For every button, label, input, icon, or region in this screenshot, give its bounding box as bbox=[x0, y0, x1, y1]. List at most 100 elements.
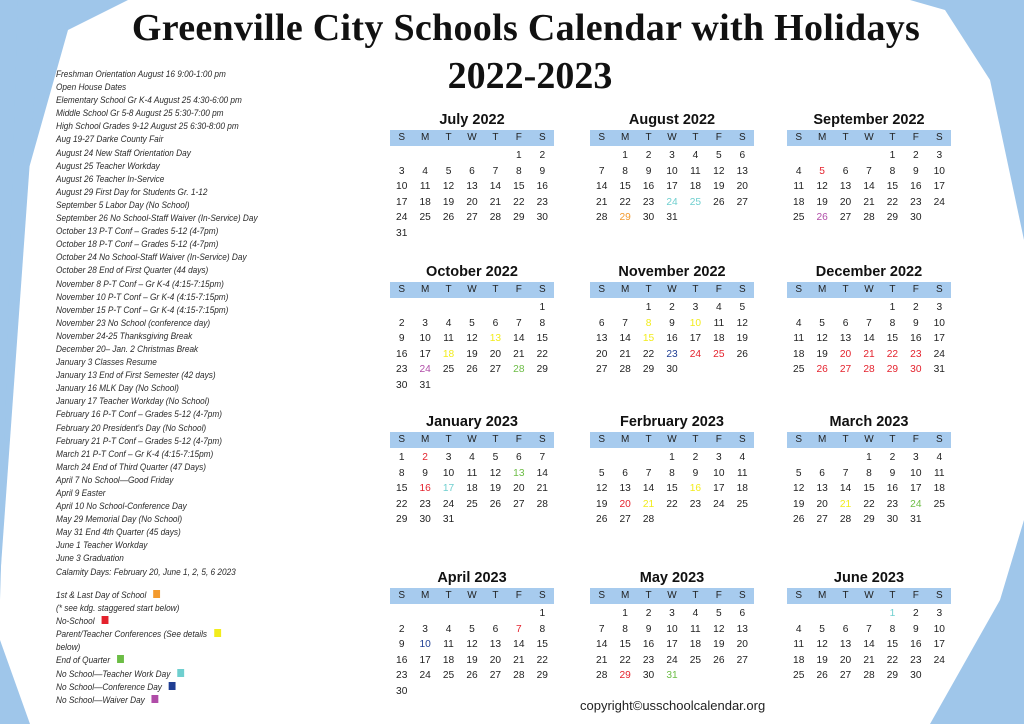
month-calendar: May 2023 S M T W T F S 1 2 3 4 5 6 7 8 9 10 11 12 13 14 15 16 17… bbox=[590, 568, 754, 684]
event-note: June 1 Teacher Workday bbox=[56, 540, 148, 552]
day-cell: 28 bbox=[863, 364, 875, 376]
day-cell: 23 bbox=[419, 498, 431, 510]
day-cell: 15 bbox=[513, 181, 525, 193]
days-grid: 1 2 3 4 5 6 7 8 9 10 11 12 13 14 15 16 17 18 19 20 21 22 23 24 2… bbox=[390, 148, 554, 242]
day-cell: 5 bbox=[819, 317, 825, 329]
day-cell: 17 bbox=[419, 654, 431, 666]
day-cell: 29 bbox=[536, 364, 548, 376]
day-cell: 20 bbox=[816, 498, 828, 510]
month-calendar: June 2023 S M T W T F S 1 2 3 4 5 6 7 8 9 10 11 12 13 14 15 16 1… bbox=[787, 568, 951, 684]
day-cell: 18 bbox=[793, 654, 805, 666]
day-cell: 29 bbox=[886, 670, 899, 682]
day-cell: 17 bbox=[933, 181, 945, 193]
day-cell: 13 bbox=[466, 181, 478, 193]
weekday-label: F bbox=[515, 132, 522, 143]
day-cell: 25 bbox=[466, 498, 478, 510]
weekday-header: SMTWTFS bbox=[390, 588, 554, 604]
empty-day-cell bbox=[810, 300, 833, 316]
day-cell: 25 bbox=[442, 670, 455, 682]
weekday-label: T bbox=[492, 434, 499, 445]
month-calendar: September 2022 S M T W T F S 1 2 3 4 5 6 7 8 9 10 11 12 13 14… bbox=[787, 110, 951, 226]
events-list: Freshman Orientation August 16 9:00-1:00… bbox=[56, 68, 314, 579]
day-cell: 6 bbox=[739, 150, 746, 161]
weekday-label: F bbox=[715, 132, 722, 143]
empty-day-cell bbox=[484, 606, 507, 622]
weekday-label: T bbox=[692, 590, 699, 601]
legend-item: End of Quarter bbox=[56, 654, 314, 667]
weekday-label: W bbox=[467, 284, 477, 295]
legend-swatch-icon bbox=[177, 668, 185, 677]
day-cell: 15 bbox=[536, 333, 548, 345]
day-cell: 12 bbox=[713, 623, 725, 635]
day-cell: 20 bbox=[466, 196, 478, 208]
empty-day-cell bbox=[507, 606, 530, 622]
empty-day-cell bbox=[413, 606, 436, 622]
day-cell: 29 bbox=[886, 364, 899, 376]
day-cell: 2 bbox=[913, 608, 919, 619]
day-cell: 31 bbox=[419, 379, 431, 391]
weekday-label: F bbox=[912, 284, 919, 295]
day-cell: 17 bbox=[666, 639, 678, 651]
legend-item: No-School bbox=[56, 615, 314, 628]
weekday-label: S bbox=[538, 132, 546, 143]
day-cell: 24 bbox=[933, 654, 945, 666]
day-cell: 26 bbox=[466, 670, 478, 682]
weekday-label: F bbox=[715, 284, 722, 295]
day-cell: 7 bbox=[866, 317, 872, 329]
weekday-label: T bbox=[692, 434, 699, 445]
weekday-label: S bbox=[795, 284, 803, 295]
empty-day-cell bbox=[787, 148, 810, 164]
day-cell: 14 bbox=[642, 483, 655, 495]
day-cell: 15 bbox=[886, 181, 899, 193]
day-cell: 11 bbox=[419, 181, 431, 193]
day-cell: 7 bbox=[866, 165, 872, 177]
day-cell: 20 bbox=[839, 654, 852, 666]
day-cell: 10 bbox=[933, 317, 945, 329]
event-note: May 29 Memorial Day (No School) bbox=[56, 514, 183, 526]
month-title: May 2023 bbox=[639, 570, 705, 586]
weekday-label: W bbox=[467, 590, 477, 601]
day-cell: 13 bbox=[596, 333, 608, 345]
weekday-label: W bbox=[667, 590, 677, 601]
day-cell: 12 bbox=[816, 181, 828, 193]
day-cell: 10 bbox=[933, 165, 945, 177]
weekday-label: F bbox=[912, 132, 919, 143]
event-note: April 10 No School-Conference Day bbox=[56, 501, 187, 513]
day-cell: 27 bbox=[816, 514, 828, 526]
day-cell: 10 bbox=[666, 165, 678, 177]
day-cell: 25 bbox=[689, 196, 702, 208]
day-cell: 14 bbox=[863, 333, 875, 345]
day-cell: 3 bbox=[936, 608, 943, 619]
empty-day-cell bbox=[413, 148, 436, 164]
day-cell: 21 bbox=[863, 348, 875, 360]
event-note: May 31 End 4th Quarter (45 days) bbox=[56, 527, 181, 539]
weekday-label: S bbox=[935, 590, 943, 601]
day-cell: 7 bbox=[516, 317, 522, 329]
day-cell: 12 bbox=[466, 333, 478, 345]
event-note: March 24 End of Third Quarter (47 Days) bbox=[56, 461, 206, 473]
day-cell: 14 bbox=[863, 639, 875, 651]
day-cell: 15 bbox=[642, 333, 655, 345]
empty-day-cell bbox=[834, 300, 857, 316]
event-note: April 9 Easter bbox=[56, 488, 106, 499]
weekday-label: W bbox=[864, 590, 874, 601]
copyright-text: copyright©usschoolcalendar.org bbox=[580, 698, 766, 713]
day-cell: 4 bbox=[795, 165, 802, 177]
weekday-label: S bbox=[795, 590, 803, 601]
day-cell: 24 bbox=[396, 212, 408, 224]
day-cell: 17 bbox=[933, 639, 945, 651]
weekday-label: S bbox=[795, 434, 803, 445]
day-cell: 29 bbox=[619, 212, 631, 224]
day-cell: 6 bbox=[469, 165, 475, 177]
day-cell: 23 bbox=[642, 196, 655, 208]
day-cell: 19 bbox=[442, 196, 455, 208]
day-cell: 3 bbox=[936, 302, 943, 313]
day-cell: 8 bbox=[539, 623, 546, 635]
empty-day-cell bbox=[437, 300, 460, 316]
day-cell: 13 bbox=[839, 333, 852, 345]
day-cell: 6 bbox=[739, 608, 746, 619]
day-cell: 29 bbox=[619, 670, 631, 682]
day-cell: 29 bbox=[863, 514, 875, 526]
day-cell: 9 bbox=[645, 623, 652, 635]
weekday-header: SMTWTFS bbox=[590, 588, 754, 604]
